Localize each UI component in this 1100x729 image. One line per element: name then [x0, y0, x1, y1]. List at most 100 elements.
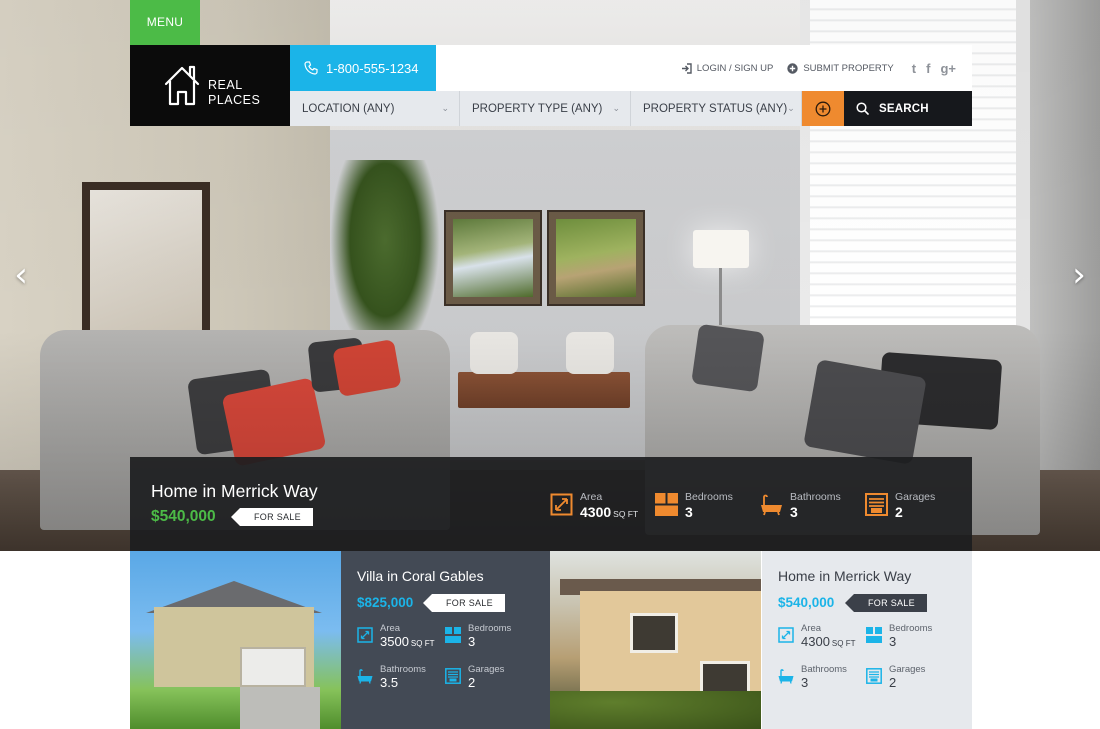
phone-contact[interactable]: 1-800-555-1234: [290, 45, 436, 91]
stat-bedrooms: Bedrooms 3: [445, 623, 533, 652]
stat-area-value: 4300 SQ FT: [580, 503, 638, 523]
house-window: [630, 613, 678, 653]
stat-bedrooms-value: 3: [685, 504, 693, 520]
bed-icon: [866, 627, 882, 643]
stat-bedrooms: Bedrooms 3: [866, 623, 954, 652]
property-type-select-value: PROPERTY TYPE (ANY): [472, 102, 603, 115]
phone-icon: [304, 61, 318, 75]
area-number: 3500: [380, 634, 409, 649]
area-icon: [357, 627, 373, 643]
listing-photo-villa[interactable]: [130, 551, 341, 729]
area-unit: SQ FT: [831, 639, 856, 648]
plus-circle-icon: [787, 62, 799, 74]
search-button[interactable]: SEARCH: [844, 91, 972, 126]
stat-bedrooms: Bedrooms 3: [655, 491, 760, 523]
stat-area: Area 4300 SQ FT: [778, 623, 866, 652]
featured-property-price: $540,000: [151, 508, 216, 525]
listing-stats: Area 3500 SQ FT Bedrooms 3 Bathrooms 3.5…: [357, 623, 537, 691]
listing-photo-home[interactable]: [550, 551, 761, 729]
house-driveway: [240, 687, 320, 729]
property-search-bar: LOCATION (ANY) ⌄ PROPERTY TYPE (ANY) ⌄ P…: [290, 91, 972, 126]
logo-line-1: REAL: [208, 78, 243, 92]
stat-area-label: Area: [580, 491, 603, 503]
listing-price: $825,000: [357, 595, 414, 610]
twitter-icon[interactable]: t: [912, 61, 916, 76]
location-select-value: LOCATION (ANY): [302, 102, 395, 115]
featured-property-title[interactable]: Home in Merrick Way: [151, 481, 318, 502]
stat-bathrooms-value: 3: [801, 675, 809, 690]
stat-bedrooms-value: 3: [468, 634, 476, 649]
stat-area: Area 3500 SQ FT: [357, 623, 445, 652]
login-icon: [681, 62, 692, 74]
house-logo-icon: [164, 65, 200, 106]
garage-icon: [866, 668, 882, 684]
chevron-down-icon: ⌄: [612, 103, 620, 113]
bathtub-icon: [761, 494, 782, 516]
garage-icon: [445, 668, 461, 684]
search-button-label: SEARCH: [879, 102, 929, 115]
stat-area-value: 3500 SQ FT: [380, 634, 434, 652]
slider-prev-arrow-icon[interactable]: ‹: [6, 258, 36, 292]
listing-price: $540,000: [778, 595, 835, 610]
listing-card[interactable]: Home in Merrick Way $540,000 FOR SALE Ar…: [762, 551, 972, 729]
plus-circle-icon: [815, 101, 831, 116]
stat-garages: Garages 2: [445, 664, 533, 691]
site-logo[interactable]: REAL PLACES: [130, 45, 290, 126]
stat-area-label: Area: [380, 623, 401, 634]
menu-button[interactable]: MENU: [130, 0, 200, 45]
property-status-select-value: PROPERTY STATUS (ANY): [643, 102, 788, 115]
phone-number: 1-800-555-1234: [326, 60, 419, 76]
logo-line-2: PLACES: [208, 93, 261, 107]
status-badge: FOR SALE: [423, 594, 505, 612]
stat-garages: Garages 2: [865, 491, 955, 523]
featured-property-banner[interactable]: Home in Merrick Way $540,000 FOR SALE Ar…: [130, 457, 972, 551]
status-badge: FOR SALE: [231, 508, 313, 526]
stat-bathrooms-value: 3.5: [380, 675, 399, 690]
house-landscaping: [550, 691, 761, 729]
slider-next-arrow-icon[interactable]: ›: [1064, 258, 1094, 292]
stat-garages: Garages 2: [866, 664, 954, 691]
listing-card[interactable]: Villa in Coral Gables $825,000 FOR SALE …: [341, 551, 551, 729]
stat-bathrooms-value: 3: [790, 504, 798, 520]
stat-garages-value: 2: [889, 675, 897, 690]
chevron-down-icon: ⌄: [441, 103, 449, 113]
listing-title[interactable]: Villa in Coral Gables: [357, 568, 551, 584]
stat-garages-value: 2: [895, 504, 903, 520]
login-signup-label: LOGIN / SIGN UP: [696, 62, 774, 74]
listing-stats: Area 4300 SQ FT Bedrooms 3 Bathrooms 3 G…: [778, 623, 958, 691]
stat-bathrooms: Bathrooms 3: [760, 491, 865, 523]
submit-property-label: SUBMIT PROPERTY: [803, 62, 894, 74]
bed-icon: [655, 493, 678, 516]
stat-area: Area 4300 SQ FT: [550, 491, 655, 523]
property-type-select[interactable]: PROPERTY TYPE (ANY) ⌄: [460, 91, 631, 126]
stat-bedrooms-label: Bedrooms: [685, 491, 733, 503]
bathtub-icon: [357, 669, 373, 684]
advanced-search-toggle-button[interactable]: [802, 91, 844, 126]
stat-bathrooms: Bathrooms 3.5: [357, 664, 445, 691]
stat-bathrooms-label: Bathrooms: [380, 664, 426, 675]
area-unit: SQ FT: [410, 639, 435, 648]
facebook-icon[interactable]: f: [926, 61, 930, 76]
top-utility-bar: LOGIN / SIGN UP SUBMIT PROPERTY t f g+: [436, 45, 972, 91]
status-badge: FOR SALE: [845, 594, 927, 612]
submit-property-link[interactable]: SUBMIT PROPERTY: [787, 62, 894, 74]
area-icon: [550, 493, 573, 516]
login-signup-link[interactable]: LOGIN / SIGN UP: [681, 62, 774, 74]
property-status-select[interactable]: PROPERTY STATUS (ANY) ⌄: [631, 91, 802, 126]
stat-bedrooms-value: 3: [889, 634, 897, 649]
search-icon: [856, 102, 869, 115]
area-unit: SQ FT: [613, 509, 639, 519]
location-select[interactable]: LOCATION (ANY) ⌄: [290, 91, 460, 126]
stat-area-label: Area: [801, 623, 822, 634]
listing-title[interactable]: Home in Merrick Way: [778, 568, 972, 584]
stat-bathrooms-label: Bathrooms: [801, 664, 847, 675]
area-icon: [778, 627, 794, 643]
real-places-homepage: ‹ › MENU REAL PLACES 1-800-555-1234 LOGI…: [0, 0, 1100, 729]
stat-garages-value: 2: [468, 675, 476, 690]
social-links: t f g+: [912, 61, 956, 76]
chevron-down-icon: ⌄: [787, 103, 795, 113]
stat-garages-label: Garages: [889, 664, 926, 675]
bathtub-icon: [778, 669, 794, 684]
google-plus-icon[interactable]: g+: [940, 61, 956, 76]
stat-area-value: 4300 SQ FT: [801, 634, 855, 652]
